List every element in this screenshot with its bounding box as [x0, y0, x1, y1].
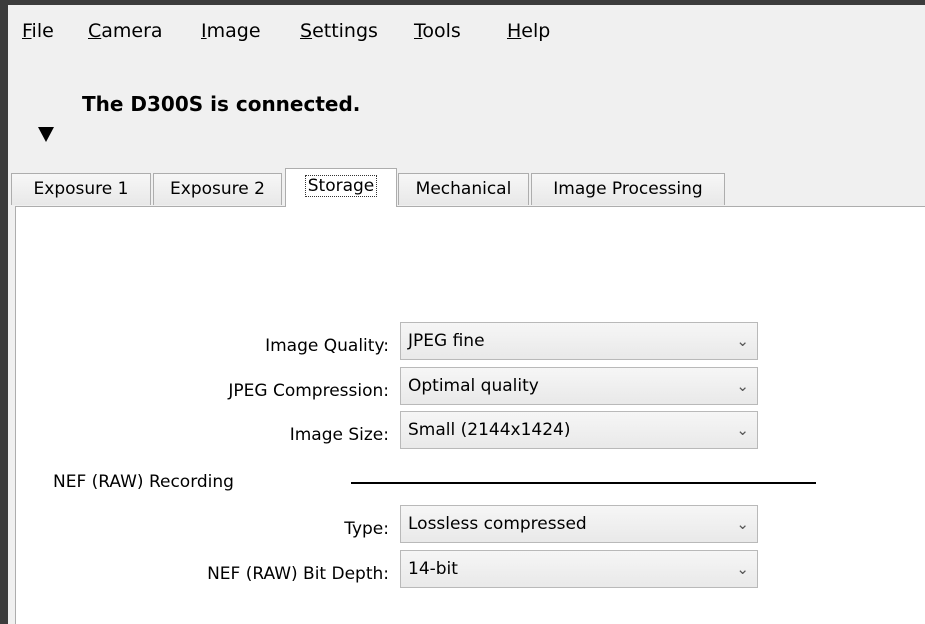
nef-bit-depth-label: NEF (RAW) Bit Depth: — [207, 564, 389, 584]
tab-image-processing[interactable]: Image Processing — [531, 173, 725, 205]
menu-tools-label: ools — [422, 20, 461, 42]
section-divider — [351, 482, 816, 484]
tab-storage[interactable]: Storage — [285, 168, 397, 207]
nef-section-title: NEF (RAW) Recording — [53, 472, 234, 492]
chevron-down-icon: ⌄ — [736, 377, 749, 395]
menu-image[interactable]: Image — [199, 19, 263, 43]
nef-bit-depth-value: 14-bit — [408, 559, 458, 579]
image-size-value: Small (2144x1424) — [408, 420, 571, 440]
menu-camera-label: amera — [101, 20, 163, 42]
chevron-down-icon: ⌄ — [736, 421, 749, 439]
menu-bar: File Camera Image Settings Tools Help — [8, 5, 925, 51]
nef-type-select[interactable]: Lossless compressed ⌄ — [400, 505, 758, 543]
menu-image-label: mage — [206, 20, 261, 42]
image-size-label: Image Size: — [289, 425, 389, 445]
tab-mechanical-label: Mechanical — [415, 179, 512, 199]
menu-file-mnemonic: F — [22, 20, 32, 42]
menu-help[interactable]: Help — [505, 19, 552, 43]
menu-file-label: ile — [31, 20, 54, 42]
nef-type-value: Lossless compressed — [408, 514, 587, 534]
menu-camera-mnemonic: C — [88, 20, 102, 42]
tab-mechanical[interactable]: Mechanical — [398, 173, 529, 205]
chevron-down-icon: ⌄ — [736, 332, 749, 350]
menu-settings[interactable]: Settings — [298, 19, 380, 43]
app-window: File Camera Image Settings Tools Help Th… — [8, 5, 925, 624]
jpeg-compression-select[interactable]: Optimal quality ⌄ — [400, 367, 758, 405]
triangle-down-icon[interactable] — [38, 127, 54, 142]
image-quality-select[interactable]: JPEG fine ⌄ — [400, 322, 758, 360]
menu-settings-label: ettings — [312, 20, 378, 42]
image-size-select[interactable]: Small (2144x1424) ⌄ — [400, 411, 758, 449]
jpeg-compression-label: JPEG Compression: — [228, 381, 389, 401]
menu-help-label: elp — [521, 20, 551, 42]
nef-bit-depth-select[interactable]: 14-bit ⌄ — [400, 550, 758, 588]
chevron-down-icon: ⌄ — [736, 515, 749, 533]
tab-exposure-2[interactable]: Exposure 2 — [153, 173, 282, 205]
tab-image-processing-label: Image Processing — [553, 179, 703, 199]
nef-type-label: Type: — [344, 519, 389, 539]
image-quality-value: JPEG fine — [408, 331, 485, 351]
image-quality-label: Image Quality: — [265, 336, 389, 356]
menu-help-mnemonic: H — [507, 20, 522, 42]
chevron-down-icon: ⌄ — [736, 560, 749, 578]
jpeg-compression-value: Optimal quality — [408, 376, 539, 396]
menu-settings-mnemonic: S — [300, 20, 313, 42]
menu-file[interactable]: File — [20, 19, 56, 43]
tab-exposure-1-label: Exposure 1 — [33, 179, 129, 199]
tab-exposure-1[interactable]: Exposure 1 — [11, 173, 151, 205]
menu-camera[interactable]: Camera — [86, 19, 165, 43]
tab-storage-label: Storage — [304, 175, 378, 197]
menu-tools[interactable]: Tools — [412, 19, 463, 43]
tab-bar: Exposure 1 Exposure 2 Storage Mechanical… — [8, 168, 925, 208]
connection-status: The D300S is connected. — [82, 92, 361, 116]
tab-exposure-2-label: Exposure 2 — [170, 179, 265, 199]
